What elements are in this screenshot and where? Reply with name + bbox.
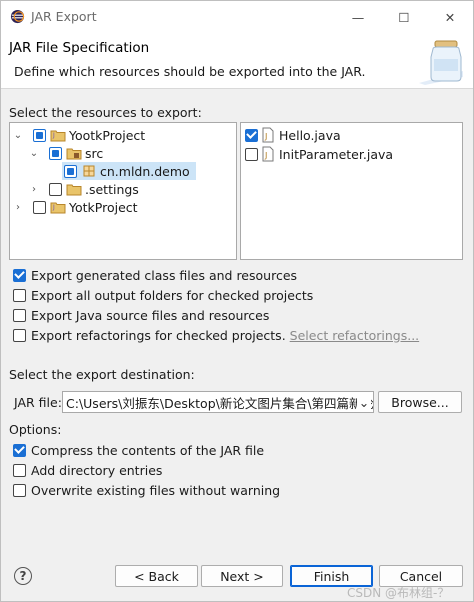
chevron-down-icon[interactable]: ⌄: [357, 394, 371, 410]
tree-item-yootkproject[interactable]: ⌄ J YootkProject: [12, 126, 145, 144]
svg-text:J: J: [264, 151, 267, 160]
project-icon: J: [50, 202, 66, 214]
export-output-folders-option[interactable]: Export all output folders for checked pr…: [13, 286, 313, 304]
page-description: Define which resources should be exporte…: [14, 64, 366, 79]
collapse-icon[interactable]: ⌄: [28, 144, 40, 162]
expand-icon[interactable]: ›: [28, 180, 40, 198]
close-button[interactable]: ✕: [427, 1, 473, 33]
export-refactorings-option[interactable]: Export refactorings for checked projects…: [13, 326, 419, 344]
wizard-header: JAR File Specification Define which reso…: [1, 33, 473, 89]
help-icon[interactable]: ?: [14, 567, 32, 585]
export-source-files-option[interactable]: Export Java source files and resources: [13, 306, 269, 324]
back-button[interactable]: < Back: [115, 565, 198, 587]
add-directory-option[interactable]: Add directory entries: [13, 461, 162, 479]
export-class-files-option[interactable]: Export generated class files and resourc…: [13, 266, 297, 284]
java-file-icon: J: [262, 146, 274, 162]
project-icon: J: [50, 130, 66, 142]
tree-item-src[interactable]: ⌄ src: [28, 144, 103, 162]
export-output-folders-checkbox[interactable]: [13, 288, 26, 302]
destination-label: Select the export destination:: [9, 367, 195, 382]
file-checkbox[interactable]: [245, 147, 258, 161]
tree-item-settings[interactable]: › .settings: [28, 180, 139, 198]
package-icon: [83, 165, 95, 177]
window-title: JAR Export: [31, 9, 97, 24]
svg-text:J: J: [264, 132, 267, 141]
collapse-icon[interactable]: ⌄: [12, 126, 24, 144]
maximize-button[interactable]: ☐: [381, 1, 427, 33]
file-checkbox[interactable]: [245, 128, 258, 142]
compress-option[interactable]: Compress the contents of the JAR file: [13, 441, 264, 459]
title-bar: JAR Export — ☐ ✕: [1, 1, 473, 33]
watermark: CSDN @布林组-？: [347, 586, 450, 600]
eclipse-icon: [10, 9, 25, 24]
tree-checkbox[interactable]: [49, 182, 62, 196]
file-item-label: Hello.java: [279, 127, 341, 143]
option-label: Export generated class files and resourc…: [31, 267, 298, 283]
browse-button[interactable]: Browse...: [378, 391, 462, 413]
file-item-label: InitParameter.java: [279, 146, 394, 162]
tree-item-label: cn.mldn.demo: [100, 163, 190, 179]
add-directory-checkbox[interactable]: [13, 463, 26, 477]
java-file-icon: J: [262, 127, 274, 143]
jar-file-label: JAR file:: [14, 395, 62, 410]
close-icon: ✕: [444, 9, 456, 25]
page-title: JAR File Specification: [9, 40, 150, 56]
tree-item-label: YootkProject: [69, 127, 146, 143]
svg-text:J: J: [52, 204, 55, 211]
tree-item-cn-mldn-demo[interactable]: cn.mldn.demo: [62, 162, 196, 180]
tree-item-label: .settings: [85, 181, 139, 197]
option-label: Export Java source files and resources: [31, 307, 270, 323]
maximize-icon: ☐: [398, 9, 410, 25]
minimize-button[interactable]: —: [335, 1, 381, 33]
option-label: Export all output folders for checked pr…: [31, 287, 314, 303]
jar-file-combo[interactable]: C:\Users\刘振东\Desktop\新论文图片集合\第四篇新论 ⌄: [62, 391, 374, 413]
tree-checkbox[interactable]: [33, 200, 46, 214]
tree-checkbox[interactable]: [49, 146, 62, 160]
option-label: Compress the contents of the JAR file: [31, 442, 265, 458]
file-item-hello-java[interactable]: J Hello.java: [245, 126, 341, 144]
export-refactorings-checkbox[interactable]: [13, 328, 26, 342]
option-label: Add directory entries: [31, 462, 163, 478]
folder-icon: [66, 184, 82, 196]
option-label: Export refactorings for checked projects…: [31, 327, 286, 343]
options-label: Options:: [9, 422, 62, 437]
tree-item-label: YotkProject: [69, 199, 138, 215]
jar-file-input[interactable]: C:\Users\刘振东\Desktop\新论文图片集合\第四篇新论: [66, 393, 373, 412]
tree-item-label: src: [85, 145, 104, 161]
export-class-files-checkbox[interactable]: [13, 268, 26, 282]
next-button[interactable]: Next >: [201, 565, 283, 587]
tree-item-yotkproject[interactable]: › J YotkProject: [12, 198, 138, 216]
source-folder-icon: [66, 148, 82, 160]
resources-label: Select the resources to export:: [9, 105, 202, 120]
option-label: Overwrite existing files without warning: [31, 482, 281, 498]
export-source-files-checkbox[interactable]: [13, 308, 26, 322]
resource-tree[interactable]: ⌄ J YootkProject ⌄ src cn.mldn.demo › .s…: [9, 122, 237, 260]
file-list[interactable]: J Hello.java J InitParameter.java: [240, 122, 463, 260]
svg-text:J: J: [52, 132, 55, 139]
overwrite-option[interactable]: Overwrite existing files without warning: [13, 481, 280, 499]
overwrite-checkbox[interactable]: [13, 483, 26, 497]
select-refactorings-link[interactable]: Select refactorings...: [290, 328, 419, 343]
jar-icon: [419, 40, 463, 85]
file-item-initparameter-java[interactable]: J InitParameter.java: [245, 145, 393, 163]
compress-checkbox[interactable]: [13, 443, 26, 457]
minimize-icon: —: [351, 9, 365, 25]
tree-checkbox[interactable]: [64, 164, 77, 178]
jar-export-window: JAR Export — ☐ ✕ JAR File Specification …: [0, 0, 474, 602]
expand-icon[interactable]: ›: [12, 198, 24, 216]
tree-checkbox[interactable]: [33, 128, 46, 142]
